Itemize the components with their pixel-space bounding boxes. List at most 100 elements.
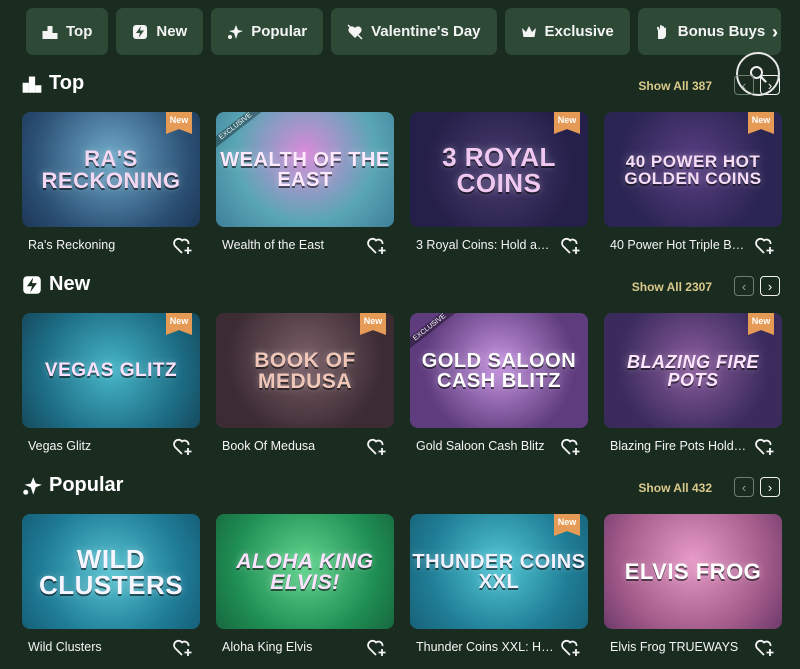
- tab-bonus-buys[interactable]: Bonus Buys: [637, 8, 782, 55]
- carousel-prev-button[interactable]: ‹: [734, 477, 754, 497]
- game-thumbnail[interactable]: 3 ROYAL COINS New: [410, 112, 588, 227]
- game-name[interactable]: Aloha King Elvis: [222, 640, 360, 654]
- game-card[interactable]: 3 ROYAL COINS New 3 Royal Coins: Hold an…: [410, 112, 588, 260]
- exclusive-ribbon: EXCLUSIVE: [410, 313, 459, 352]
- game-thumbnail[interactable]: THUNDER COINS XXL New: [410, 514, 588, 629]
- game-art-title: VEGAS GLITZ: [44, 360, 178, 381]
- game-thumbnail[interactable]: WILD CLUSTERS: [22, 514, 200, 629]
- tab-label: Bonus Buys: [677, 23, 766, 40]
- tab-popular[interactable]: Popular: [211, 8, 324, 55]
- game-art-title: 3 ROYAL COINS: [442, 141, 556, 198]
- section-title: New: [22, 273, 90, 296]
- game-card[interactable]: THUNDER COINS XXL New Thunder Coins XXL:…: [410, 514, 588, 662]
- game-name[interactable]: Wealth of the East: [222, 238, 360, 252]
- heart-plus-icon: [367, 438, 386, 455]
- game-art-title: RA'S RECKONING: [41, 145, 181, 193]
- game-card[interactable]: ALOHA KING ELVIS! Aloha King Elvis: [216, 514, 394, 662]
- game-card[interactable]: RA'S RECKONING New Ra's Reckoning: [22, 112, 200, 260]
- game-thumbnail[interactable]: 40 POWER HOT GOLDEN COINS New: [604, 112, 782, 227]
- game-thumbnail[interactable]: BLAZING FIRE POTS New: [604, 313, 782, 428]
- carousel-next-button[interactable]: ›: [760, 276, 780, 296]
- game-name[interactable]: Gold Saloon Cash Blitz: [416, 439, 554, 453]
- add-favorite-button[interactable]: [754, 435, 776, 457]
- add-favorite-button[interactable]: [560, 435, 582, 457]
- game-name[interactable]: 40 Power Hot Triple Boost Golden Coins L…: [610, 238, 748, 252]
- game-name[interactable]: Blazing Fire Pots Hold & Spin: [610, 439, 748, 453]
- section-popular: Popular Show All 432 ‹ › WILD CLUSTERS W…: [22, 474, 782, 656]
- add-favorite-button[interactable]: [366, 435, 388, 457]
- game-name[interactable]: Wild Clusters: [28, 640, 166, 654]
- sparkle-icon: [23, 476, 42, 495]
- game-thumbnail[interactable]: GOLD SALOON CASH BLITZ EXCLUSIVE: [410, 313, 588, 428]
- add-favorite-button[interactable]: [754, 636, 776, 658]
- game-name[interactable]: Elvis Frog TRUEWAYS: [610, 640, 748, 654]
- game-thumbnail[interactable]: WEALTH OF THE EAST EXCLUSIVE: [216, 112, 394, 227]
- heart-plus-icon: [755, 237, 774, 254]
- game-card[interactable]: BLAZING FIRE POTS New Blazing Fire Pots …: [604, 313, 782, 461]
- tab-top[interactable]: Top: [26, 8, 109, 55]
- carousel-prev-button[interactable]: ‹: [734, 75, 754, 95]
- tab-label: New: [156, 23, 188, 40]
- add-favorite-button[interactable]: [560, 234, 582, 256]
- crown-icon: [521, 25, 536, 37]
- game-thumbnail[interactable]: BOOK OF MEDUSA New: [216, 313, 394, 428]
- add-favorite-button[interactable]: [172, 234, 194, 256]
- add-favorite-button[interactable]: [754, 234, 776, 256]
- heart-plus-icon: [561, 237, 580, 254]
- heart-plus-icon: [561, 639, 580, 656]
- add-favorite-button[interactable]: [366, 636, 388, 658]
- game-card[interactable]: VEGAS GLITZ New Vegas Glitz: [22, 313, 200, 461]
- section-title: Top: [22, 72, 84, 95]
- game-name[interactable]: 3 Royal Coins: Hold and Win: [416, 238, 554, 252]
- game-art-title: THUNDER COINS XXL: [412, 550, 586, 593]
- section-new: New Show All 2307 ‹ › VEGAS GLITZ New Ve…: [22, 273, 782, 455]
- game-carousel: VEGAS GLITZ New Vegas Glitz BOOK OF MEDU…: [22, 313, 782, 461]
- game-art-title: 40 POWER HOT GOLDEN COINS: [624, 151, 762, 188]
- game-art-title: BLAZING FIRE POTS: [627, 351, 759, 390]
- show-all-link[interactable]: Show All 2307: [632, 280, 712, 294]
- game-thumbnail[interactable]: ELVIS FROG: [604, 514, 782, 629]
- game-card[interactable]: GOLD SALOON CASH BLITZ EXCLUSIVE Gold Sa…: [410, 313, 588, 461]
- carousel-prev-button[interactable]: ‹: [734, 276, 754, 296]
- game-card[interactable]: WILD CLUSTERS Wild Clusters: [22, 514, 200, 662]
- tabs-scroll-right-icon[interactable]: ›: [772, 22, 778, 43]
- add-favorite-button[interactable]: [172, 435, 194, 457]
- show-all-link[interactable]: Show All 387: [638, 79, 712, 93]
- podium-icon: [42, 25, 58, 39]
- game-art-title: WILD CLUSTERS: [38, 543, 184, 600]
- new-badge: New: [748, 313, 774, 335]
- game-thumbnail[interactable]: VEGAS GLITZ New: [22, 313, 200, 428]
- heart-plus-icon: [755, 639, 774, 656]
- tab-exclusive[interactable]: Exclusive: [504, 8, 630, 55]
- game-name[interactable]: Vegas Glitz: [28, 439, 166, 453]
- lightning-badge-icon: [23, 275, 41, 294]
- tab-valentines-day[interactable]: Valentine's Day: [331, 8, 497, 55]
- game-art-title: ELVIS FROG: [624, 558, 762, 584]
- carousel-next-button[interactable]: ›: [760, 477, 780, 497]
- game-card[interactable]: WEALTH OF THE EAST EXCLUSIVE Wealth of t…: [216, 112, 394, 260]
- add-favorite-button[interactable]: [366, 234, 388, 256]
- game-card[interactable]: 40 POWER HOT GOLDEN COINS New 40 Power H…: [604, 112, 782, 260]
- tab-new[interactable]: New: [116, 8, 204, 55]
- game-art-title: ALOHA KING ELVIS!: [236, 549, 374, 594]
- heart-plus-icon: [173, 639, 192, 656]
- add-favorite-button[interactable]: [172, 636, 194, 658]
- game-card[interactable]: ELVIS FROG Elvis Frog TRUEWAYS: [604, 514, 782, 662]
- game-thumbnail[interactable]: ALOHA KING ELVIS!: [216, 514, 394, 629]
- heart-plus-icon: [173, 438, 192, 455]
- exclusive-ribbon: EXCLUSIVE: [216, 112, 265, 151]
- game-name[interactable]: Thunder Coins XXL: Hold and Win: [416, 640, 554, 654]
- show-all-link[interactable]: Show All 432: [638, 481, 712, 495]
- game-card[interactable]: BOOK OF MEDUSA New Book Of Medusa: [216, 313, 394, 461]
- game-name[interactable]: Ra's Reckoning: [28, 238, 166, 252]
- carousel-pager: ‹ ›: [734, 477, 780, 497]
- category-tab-bar: Top New Popular Valentine's Day Exclusiv…: [26, 8, 800, 58]
- new-badge: New: [554, 112, 580, 134]
- carousel-next-button[interactable]: ›: [760, 75, 780, 95]
- heart-plus-icon: [367, 237, 386, 254]
- new-badge: New: [166, 313, 192, 335]
- game-thumbnail[interactable]: RA'S RECKONING New: [22, 112, 200, 227]
- game-name[interactable]: Book Of Medusa: [222, 439, 360, 453]
- new-badge: New: [166, 112, 192, 134]
- add-favorite-button[interactable]: [560, 636, 582, 658]
